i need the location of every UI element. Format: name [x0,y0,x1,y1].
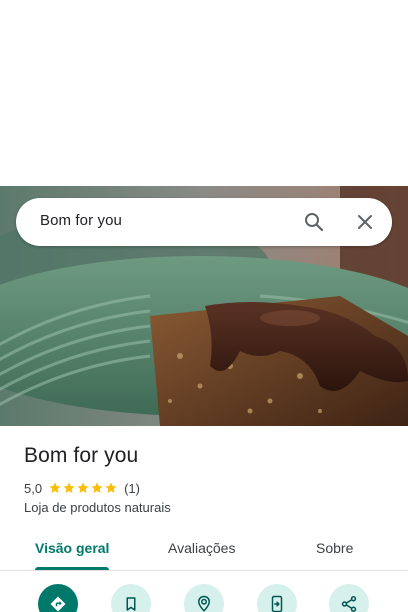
map-area-blank [0,0,408,186]
search-query[interactable]: Bom for you [40,212,122,229]
bookmark-icon [126,597,136,611]
search-bar[interactable]: Bom for you [16,198,392,246]
send-to-phone-button[interactable] [257,584,297,612]
star-icon [105,482,117,493]
rating-stars [48,481,118,495]
star-icon [77,482,89,493]
send-to-phone-icon [271,595,283,612]
directions-icon [50,596,66,612]
place-category[interactable]: Loja de produtos naturais [24,500,171,515]
star-icon [49,482,61,493]
star-icon [91,482,103,493]
rating-row[interactable]: 5,0 (1) [24,479,140,497]
reviews-count[interactable]: (1) [124,481,140,496]
share-icon [341,596,357,612]
directions-button[interactable] [38,584,78,612]
star-icon [63,482,75,493]
tab-about[interactable]: Sobre [316,540,353,556]
active-tab-indicator [35,567,109,570]
place-title: Bom for you [24,444,139,467]
tab-overview[interactable]: Visão geral [35,540,109,556]
action-buttons [0,584,408,612]
rating-value: 5,0 [24,480,43,496]
share-button[interactable] [329,584,369,612]
close-icon[interactable] [353,210,377,234]
nearby-button[interactable] [184,584,224,612]
place-tabs: Visão geral Avaliações Sobre [0,530,408,571]
tab-reviews[interactable]: Avaliações [168,540,235,556]
save-button[interactable] [111,584,151,612]
search-icon[interactable] [302,210,326,234]
nearby-icon [197,595,211,612]
